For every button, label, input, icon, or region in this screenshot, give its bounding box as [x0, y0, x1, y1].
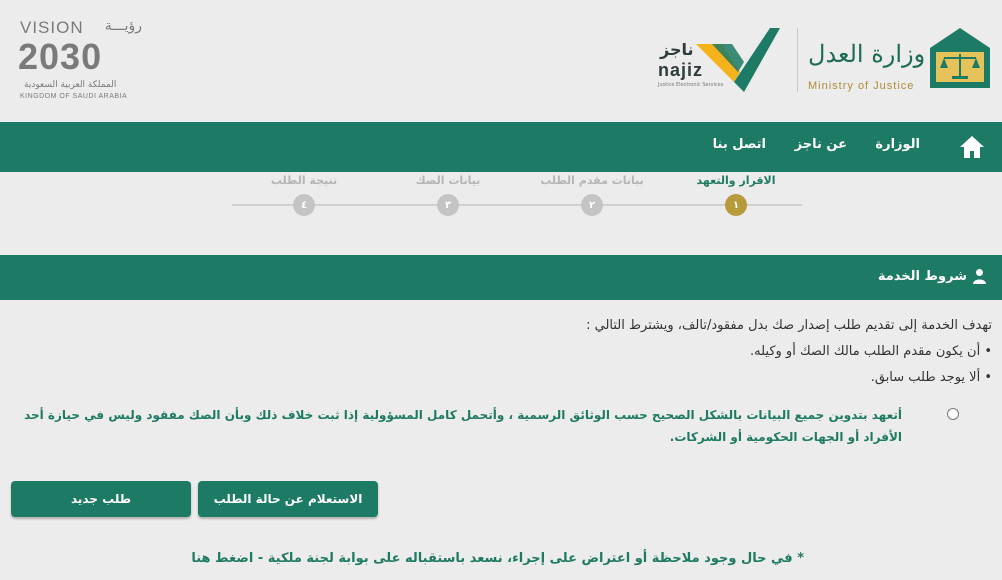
- header-divider: [797, 28, 798, 92]
- vision-2030-logo: VISION رؤيـــة 2030 المملكة العربية السع…: [18, 18, 148, 104]
- page-header: VISION رؤيـــة 2030 المملكة العربية السع…: [0, 0, 1002, 122]
- step-3-dot: ٣: [437, 194, 459, 216]
- step-1-label: الاقرار والتعهد: [696, 174, 776, 187]
- pledge-radio[interactable]: [947, 408, 959, 420]
- terms-intro: تهدف الخدمة إلى تقديم طلب إصدار صك بدل م…: [586, 318, 992, 333]
- ministry-name-ar: وزارة العدل: [808, 40, 926, 68]
- step-3-label: بيانات الصك: [415, 174, 481, 187]
- main-navbar: الوزارة عن ناجز اتصل بنا: [0, 122, 1002, 172]
- nav-item-ministry[interactable]: الوزارة: [875, 137, 920, 152]
- step-2-label: بيانات مقدم الطلب: [540, 174, 644, 187]
- vision-title-ar: رؤيـــة: [104, 18, 142, 34]
- feedback-note-link[interactable]: * في حال وجود ملاحظة أو اعتراض على إجراء…: [191, 551, 804, 566]
- terms-condition-owner: • أن يكون مقدم الطلب مالك الصك أو وكيله.: [750, 344, 992, 359]
- user-icon: [973, 269, 986, 284]
- najiz-name-en: najiz: [658, 60, 704, 80]
- vision-country-en: KINGDOM OF SAUDI ARABIA: [20, 93, 128, 100]
- vision-title-en: VISION: [20, 18, 84, 37]
- home-icon[interactable]: [958, 134, 986, 160]
- najiz-subtitle: Justice Electronic Services: [658, 82, 724, 88]
- step-2-dot: ٢: [581, 194, 603, 216]
- pledge-text: أتعهد بتدوين جميع البيانات بالشكل الصحيح…: [24, 408, 902, 444]
- nav-item-contact-us[interactable]: اتصل بنا: [713, 137, 766, 152]
- vision-year: 2030: [18, 36, 103, 77]
- step-1-dot: ١: [725, 194, 747, 216]
- service-terms-header: شروط الخدمة: [0, 255, 1002, 300]
- step-4-label: نتيجة الطلب: [270, 174, 338, 187]
- inquiry-request-status-button[interactable]: الاستعلام عن حالة الطلب: [198, 481, 378, 517]
- service-terms-title: شروط الخدمة: [877, 269, 967, 284]
- ministry-of-justice-logo[interactable]: وزارة العدل Ministry of Justice: [806, 28, 996, 96]
- najiz-name-ar: ناجز: [660, 40, 694, 59]
- step-4-dot: ٤: [293, 194, 315, 216]
- new-request-button[interactable]: طلب جديد: [11, 481, 191, 517]
- nav-item-about-najiz[interactable]: عن ناجز: [795, 137, 847, 152]
- terms-condition-no-prior: • ألا يوجد طلب سابق.: [870, 370, 992, 385]
- progress-stepper: الاقرار والتعهد ١ بيانات مقدم الطلب ٢ بي…: [0, 172, 1002, 222]
- najiz-logo[interactable]: ناجز najiz Justice Electronic Services: [652, 26, 782, 96]
- ministry-name-en: Ministry of Justice: [808, 80, 915, 92]
- ministry-emblem-icon: [930, 28, 990, 88]
- stepper-line: [232, 204, 802, 206]
- vision-country-ar: المملكة العربية السعودية: [24, 80, 117, 90]
